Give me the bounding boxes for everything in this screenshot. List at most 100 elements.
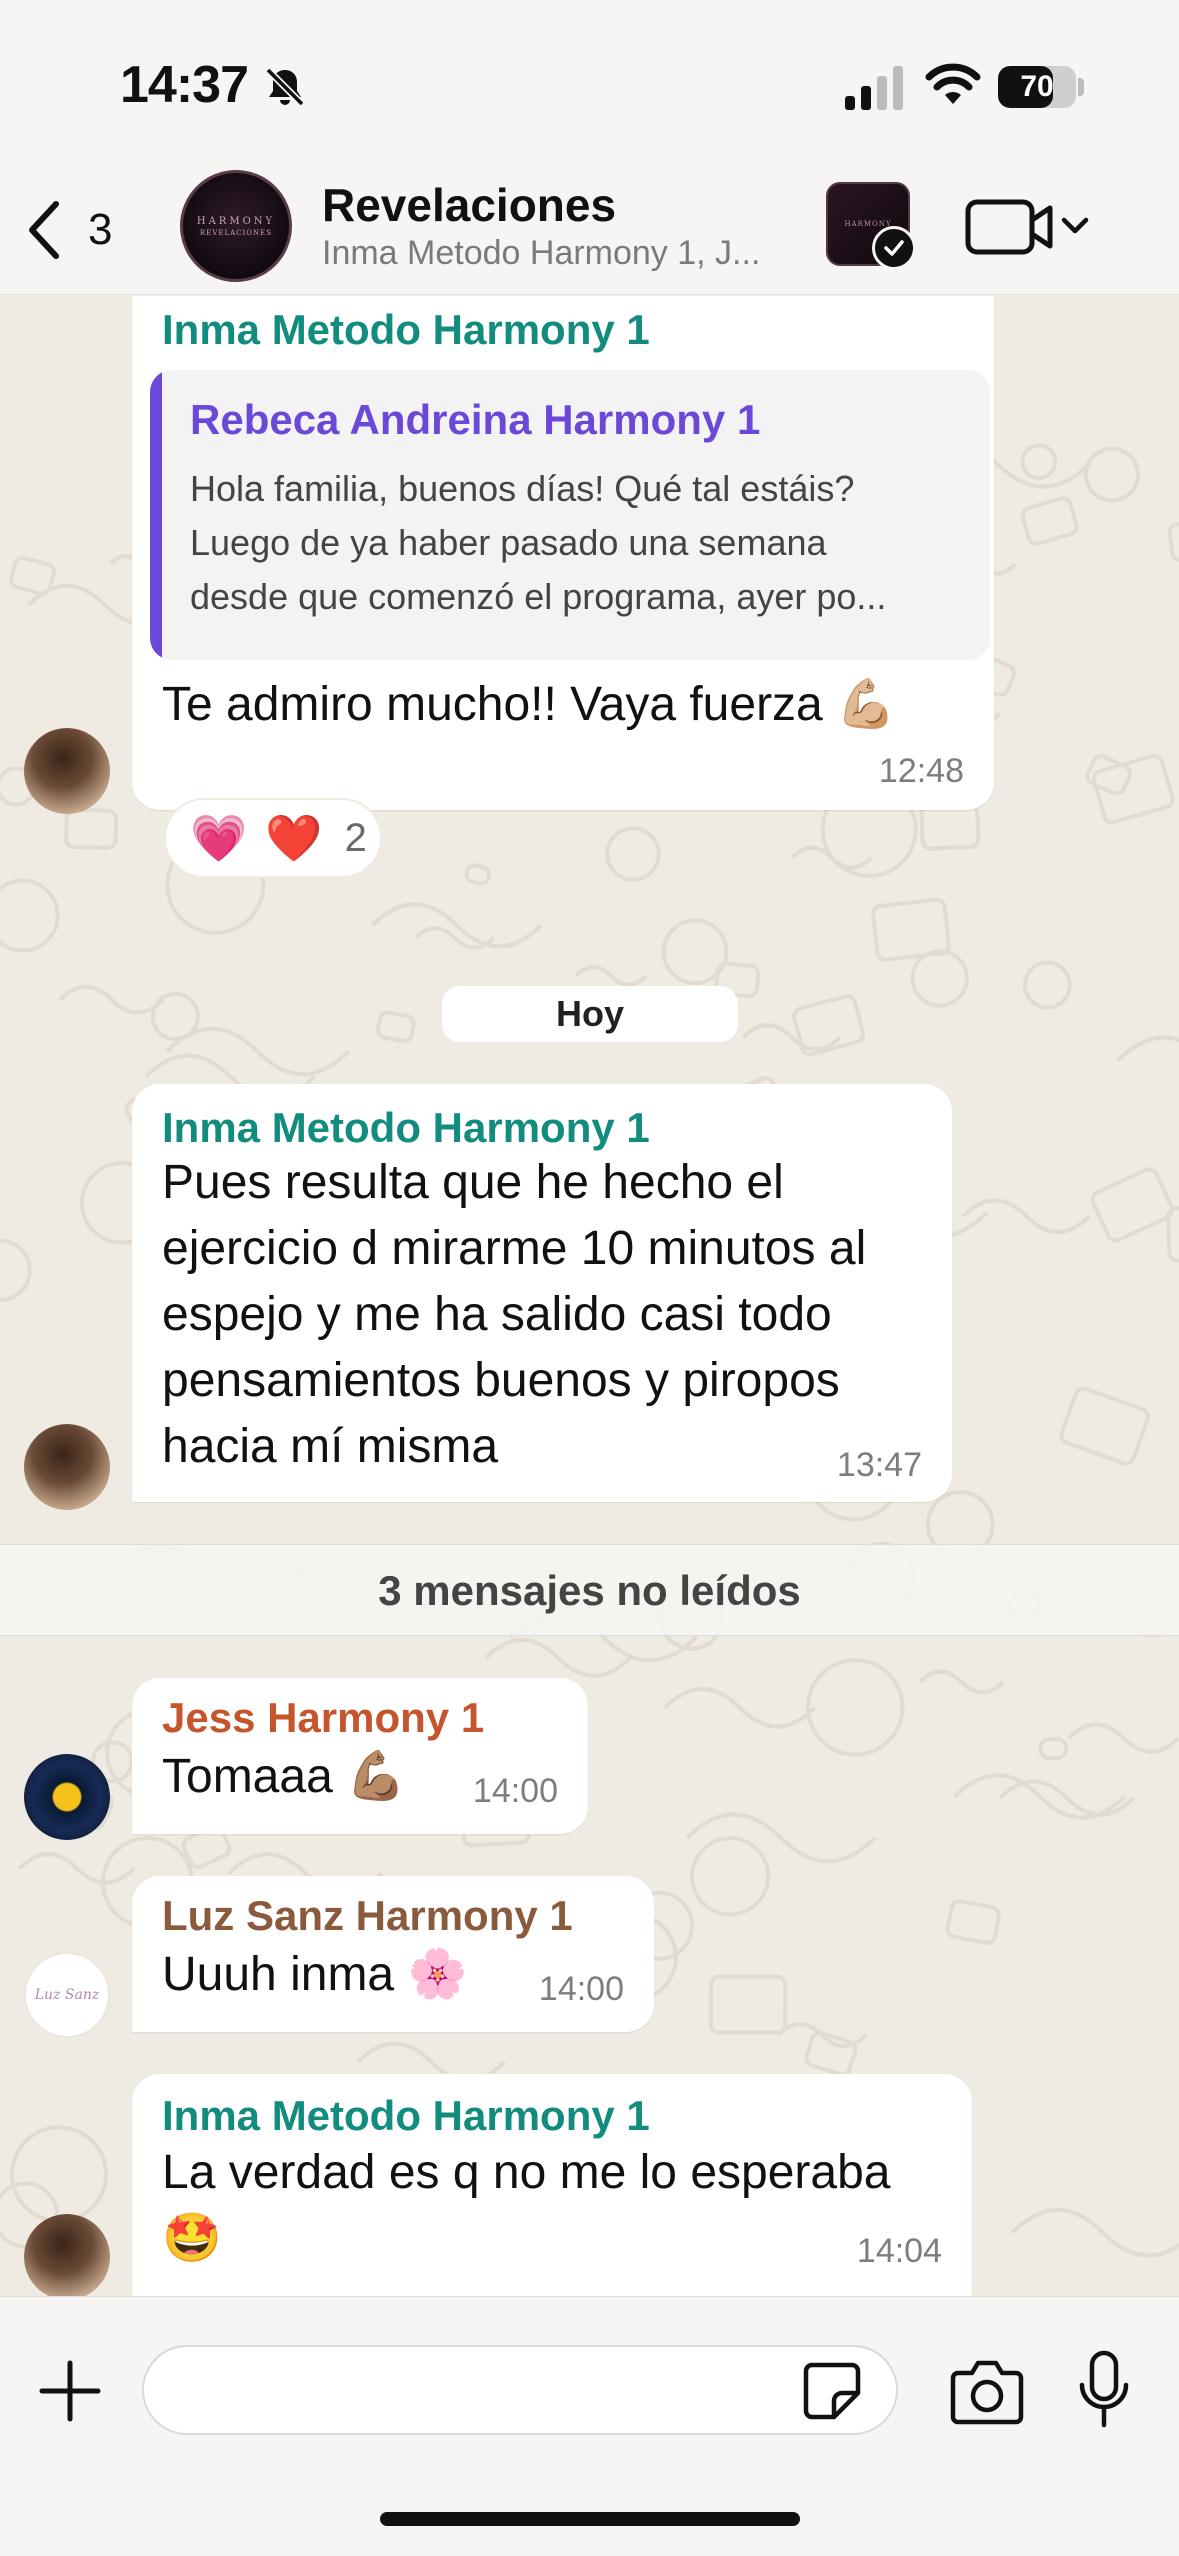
quoted-sender: Rebeca Andreina Harmony 1 (190, 396, 761, 443)
quoted-line: Hola familia, buenos días! Qué tal estái… (190, 468, 855, 509)
wallpaper-doodle (805, 1658, 905, 1757)
wallpaper-doodle (1020, 443, 1058, 481)
wallpaper-doodle (741, 1023, 842, 1052)
wallpaper-doodle (0, 1238, 32, 1302)
message-line: Pues resulta que he hecho el (162, 1156, 784, 1209)
message-input[interactable] (142, 2345, 898, 2435)
avatar-inma[interactable] (24, 1424, 110, 1510)
avatar-inma[interactable] (24, 2214, 110, 2296)
message-text: Pues resulta que he hecho el ejercicio d… (162, 1150, 866, 1480)
message-bubble[interactable]: Inma Metodo Harmony 1 Pues resulta que h… (132, 1084, 952, 1502)
group-avatar-logo-text: HARMONY (196, 215, 276, 227)
chat-header: 3 HARMONY REVELACIONES Revelaciones Inma… (0, 170, 1179, 295)
wallpaper-doodle (9, 555, 57, 596)
avatar-luz-text: Luz Sanz (34, 1987, 100, 2003)
avatar-luz[interactable]: Luz Sanz (24, 1952, 110, 2038)
status-bar: 14:37 70 (0, 0, 1179, 170)
battery-icon: 70 (998, 66, 1076, 108)
wallpaper-doodle (708, 1974, 788, 2035)
chevron-down-icon (1061, 217, 1089, 234)
group-avatar-logo-subtext: REVELACIONES (199, 228, 273, 237)
status-time: 14:37 (120, 56, 249, 114)
wallpaper-doodle (484, 1637, 632, 1678)
battery-nub (1078, 78, 1084, 96)
wallpaper-doodle (661, 918, 729, 986)
avatar-jess[interactable] (24, 1754, 110, 1840)
wallpaper-doodle (58, 984, 165, 1015)
message-bubble[interactable]: Luz Sanz Harmony 1 Uuuh inma 🌸 14:00 (132, 1876, 654, 2032)
group-avatar[interactable]: HARMONY REVELACIONES (180, 170, 292, 282)
message-text: Tomaaa 💪🏽 (162, 1750, 406, 1803)
wallpaper-doodle (1116, 1035, 1179, 1063)
reaction-emoji: ❤️ (265, 811, 323, 864)
wallpaper-doodle (919, 803, 981, 851)
wallpaper-doodle (18, 1852, 136, 1885)
message-time: 14:00 (472, 1772, 558, 1810)
message-line: 🤩 (162, 2212, 222, 2265)
checkmark-icon (884, 240, 904, 256)
wallpaper-doodle (1020, 496, 1079, 546)
wallpaper-doodle (464, 863, 491, 886)
chat-area[interactable]: Inma Metodo Harmony 1 Rebeca Andreina Ha… (0, 296, 1179, 2296)
message-line: ejercicio d mirarme 10 minutos al (162, 1222, 867, 1275)
reaction-emoji: 💗 (190, 811, 248, 864)
back-button[interactable]: 3 (22, 190, 132, 270)
wallpaper-doodle (605, 826, 661, 882)
quote-bar (150, 370, 162, 660)
message-time: 14:04 (856, 2232, 942, 2270)
wallpaper-doodle (685, 1812, 877, 1864)
message-line: hacia mí misma (162, 1420, 499, 1473)
unread-chats-count: 3 (88, 205, 113, 254)
message-bubble[interactable]: Jess Harmony 1 Tomaaa 💪🏽 14:00 (132, 1678, 588, 1834)
message-time: 12:48 (878, 752, 964, 790)
group-name[interactable]: Revelaciones (322, 178, 616, 232)
checkmark-badge (872, 226, 916, 270)
reaction-count: 2 (344, 815, 367, 860)
bell-slash-icon (265, 67, 305, 107)
wallpaper-doodle (64, 807, 119, 850)
wallpaper-doodle (1083, 446, 1140, 503)
wallpaper-doodle (1010, 2208, 1179, 2258)
wallpaper-doodle (574, 965, 648, 987)
wallpaper-doodle (376, 1010, 416, 1044)
message-sender: Jess Harmony 1 (162, 1694, 485, 1741)
wallpaper-doodle (1090, 1167, 1175, 1243)
message-time: 13:47 (836, 1446, 922, 1484)
video-call-button[interactable] (964, 192, 1094, 262)
wifi-icon (925, 63, 981, 104)
message-bubble[interactable]: Inma Metodo Harmony 1 Rebeca Andreina Ha… (132, 296, 994, 810)
date-divider: Hoy (442, 986, 738, 1042)
wallpaper-doodle (663, 1686, 817, 1729)
video-camera-icon (965, 199, 1053, 255)
chevron-left-icon (29, 201, 59, 259)
wallpaper-doodle (945, 1899, 1001, 1945)
unread-messages-banner: 3 mensajes no leídos (0, 1544, 1179, 1636)
wallpaper-doodle (165, 1027, 350, 1077)
plus-icon[interactable] (36, 2357, 104, 2425)
wallpaper-doodle (1059, 1386, 1151, 1466)
home-indicator[interactable] (380, 2512, 800, 2526)
message-sender: Inma Metodo Harmony 1 (162, 2092, 650, 2139)
message-sender: Inma Metodo Harmony 1 (162, 1104, 650, 1151)
wallpaper-doodle (1067, 1722, 1179, 1754)
quoted-message[interactable]: Rebeca Andreina Harmony 1 Hola familia, … (150, 370, 990, 660)
microphone-icon[interactable] (1076, 2349, 1132, 2431)
wallpaper-doodle (10, 2125, 109, 2224)
wallpaper-doodle (150, 992, 200, 1042)
wallpaper-doodle (998, 1779, 1136, 1817)
wallpaper-doodle (1167, 518, 1179, 562)
camera-icon[interactable] (950, 2355, 1024, 2427)
group-members[interactable]: Inma Metodo Harmony 1, J... (322, 234, 802, 273)
wallpaper-doodle (910, 949, 969, 1008)
avatar-inma[interactable] (24, 728, 110, 814)
message-text: La verdad es q no me lo esperaba 🤩 (162, 2140, 890, 2272)
wallpaper-doodle (804, 2030, 858, 2077)
message-text: Te admiro mucho!! Vaya fuerza 💪🏼 (162, 678, 896, 731)
message-sender: Luz Sanz Harmony 1 (162, 1892, 573, 1939)
message-bubble[interactable]: Inma Metodo Harmony 1 La verdad es q no … (132, 2074, 972, 2296)
message-text: Uuuh inma 🌸 (162, 1948, 468, 2001)
wallpaper-doodle (1022, 960, 1072, 1010)
wallpaper-doodle (690, 1836, 771, 1917)
sticker-icon[interactable] (802, 2361, 862, 2421)
message-reactions[interactable]: 💗 ❤️ 2 (164, 798, 382, 878)
